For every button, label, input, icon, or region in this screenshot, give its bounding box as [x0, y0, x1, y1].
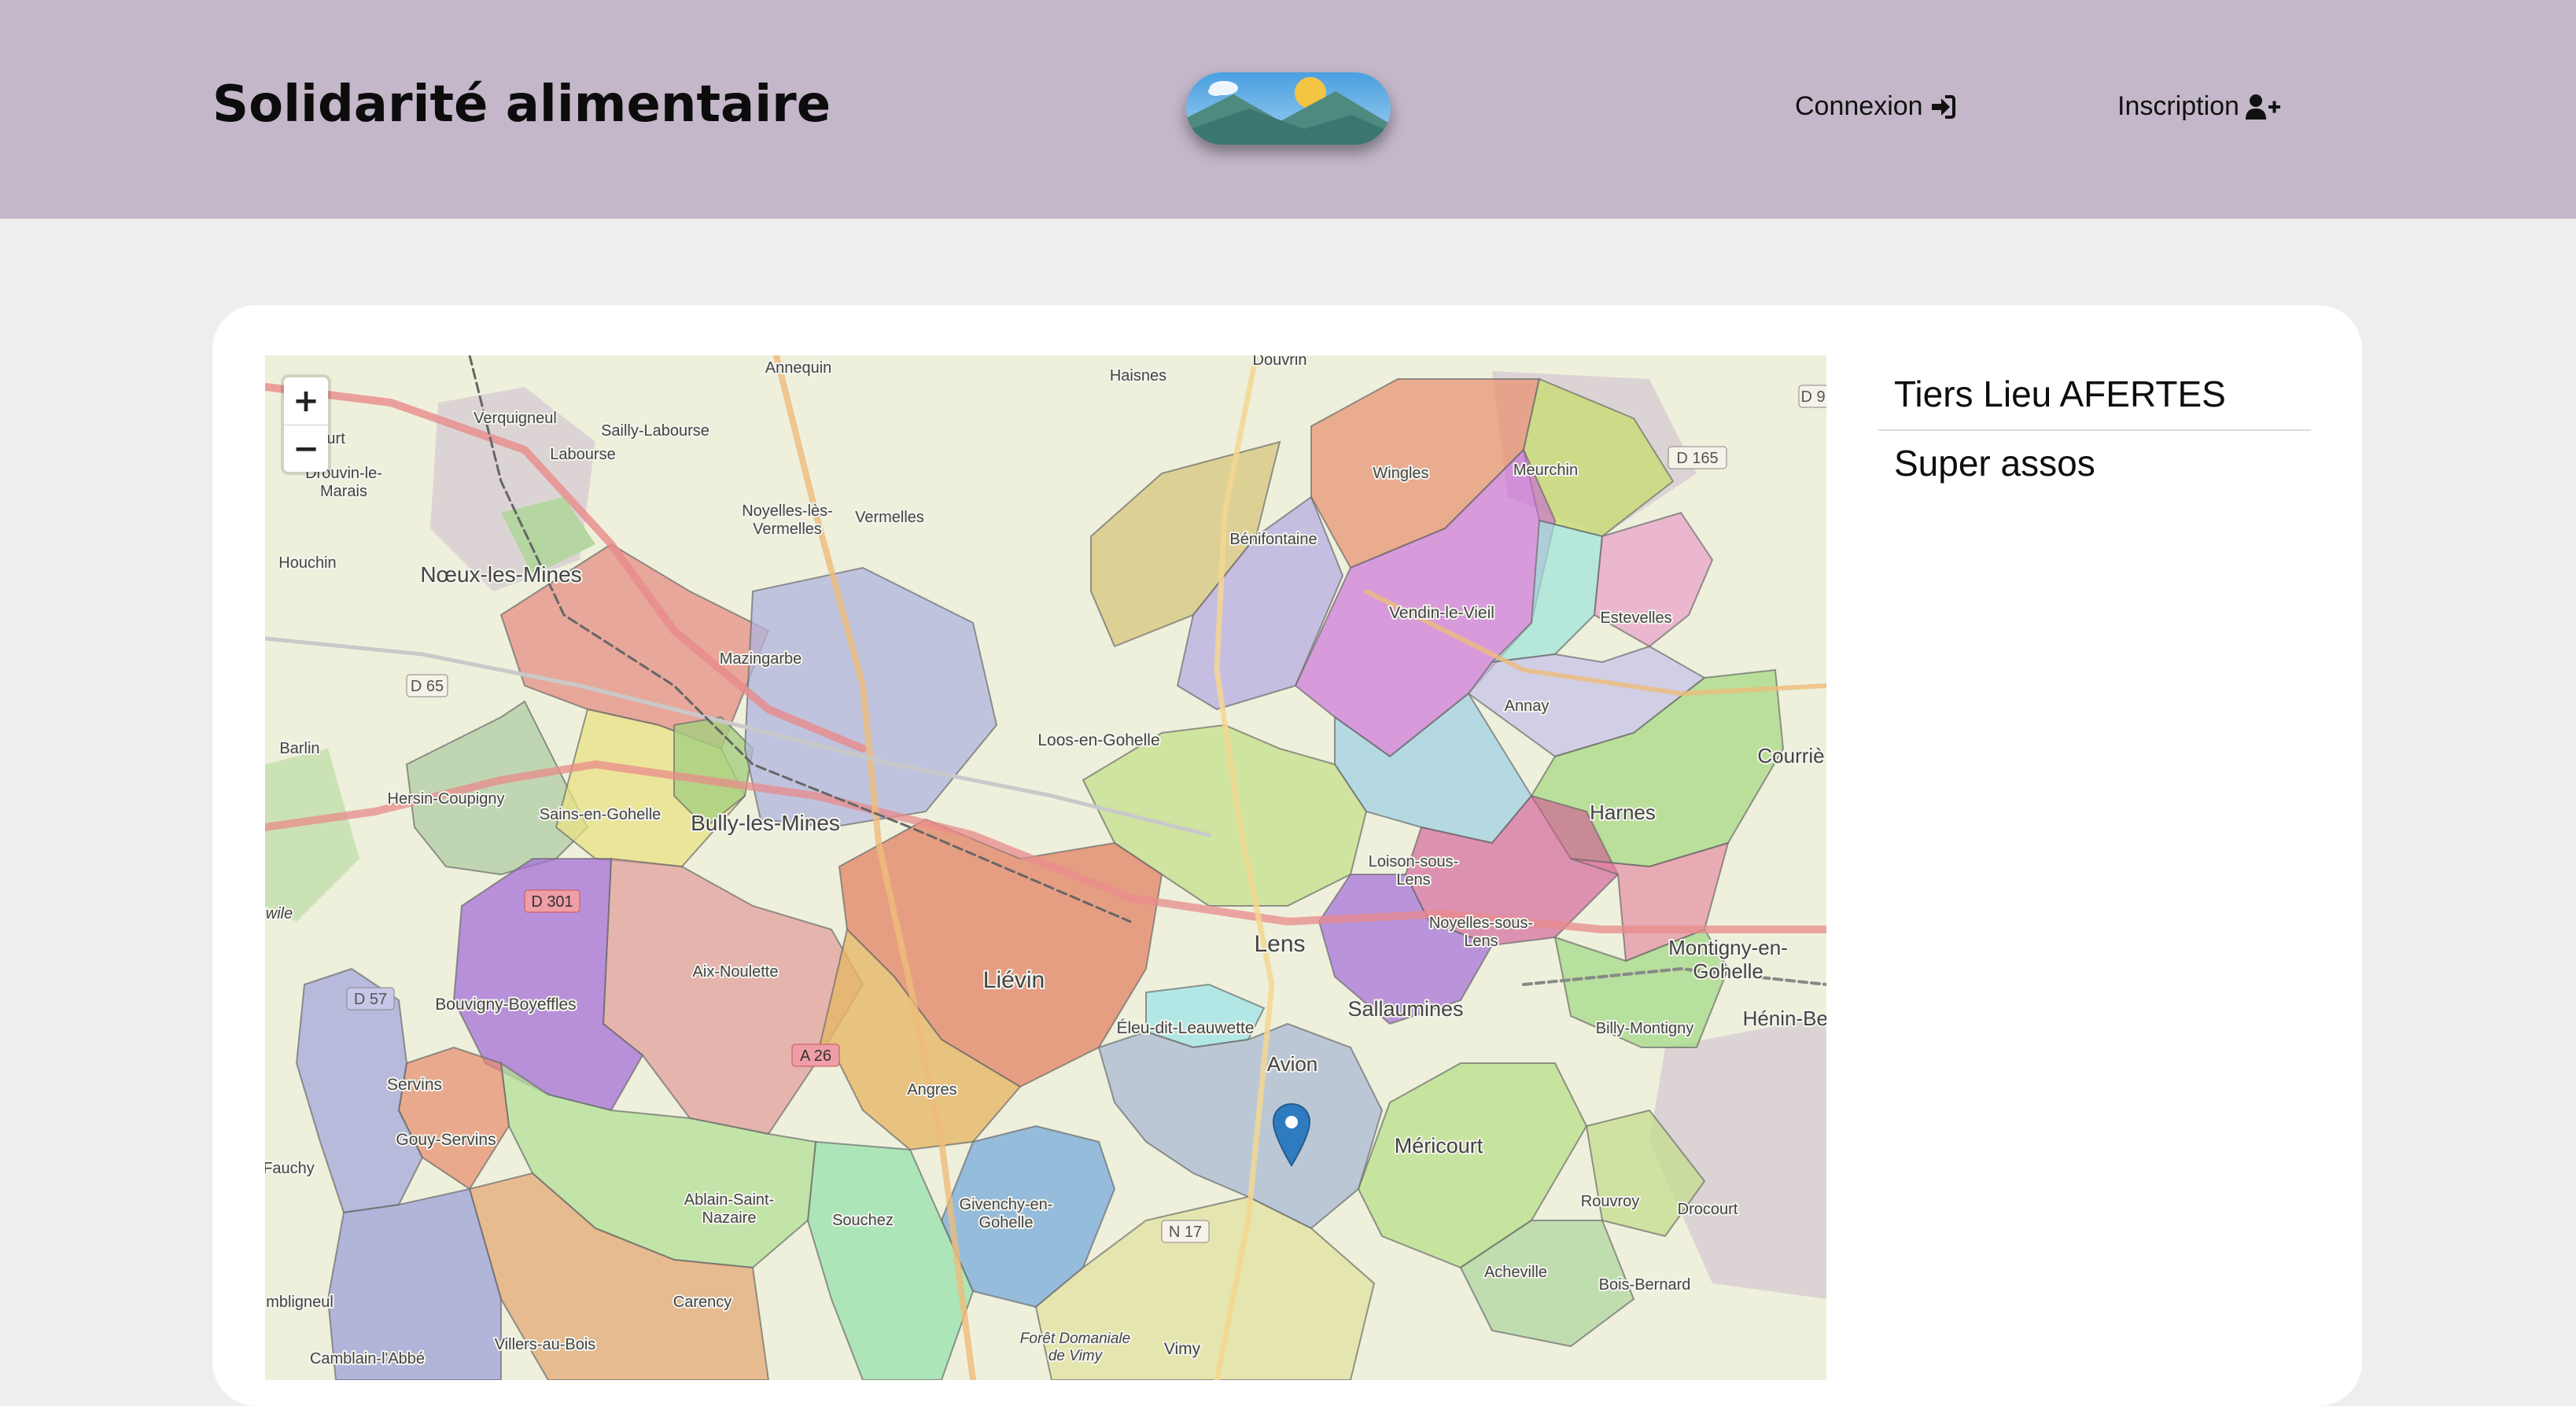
sign-in-icon	[1931, 94, 1955, 119]
zoom-out-button[interactable]: −	[284, 425, 328, 473]
place-label: Drocourt	[1678, 1201, 1738, 1218]
place-label: Rouvroy	[1581, 1193, 1639, 1210]
place-label: wile	[266, 905, 293, 922]
landscape-logo-icon[interactable]	[1186, 72, 1391, 145]
road-label-d65: D 65	[411, 678, 444, 695]
register-label: Inscription	[2117, 91, 2239, 121]
place-label: Wingles	[1373, 465, 1428, 482]
map-marker-icon[interactable]	[1272, 1102, 1311, 1167]
user-plus-icon	[2245, 94, 2280, 120]
place-label: Verquigneul	[474, 410, 557, 427]
road-label-d57: D 57	[354, 991, 387, 1008]
list-item[interactable]: Tiers Lieu AFERTES	[1878, 362, 2311, 429]
map-view[interactable]: D 65 D 301 D 57 A 26 N 17 D 165 D 9 Anne…	[265, 355, 1826, 1380]
place-label: Avion	[1267, 1052, 1318, 1076]
place-label: Bénifontaine	[1229, 531, 1317, 548]
place-label: Hersin-Coupigny	[388, 790, 505, 808]
place-label: Liévin	[983, 967, 1045, 993]
place-label: Villers-au-Bois	[495, 1336, 596, 1353]
place-label: mbligneul	[266, 1294, 334, 1311]
road-label-a26: A 26	[800, 1047, 831, 1065]
place-label: Gouy-Servins	[396, 1131, 496, 1149]
place-label: Sailly-Labourse	[601, 422, 709, 440]
place-label: Courriè	[1757, 744, 1824, 767]
place-label: Vimy	[1164, 1340, 1201, 1358]
place-label: Sains-en-Gohelle	[540, 806, 662, 823]
zoom-control: + −	[284, 377, 328, 472]
place-label: Annequin	[765, 359, 832, 377]
place-label: Meurchin	[1513, 462, 1578, 479]
place-label: Barlin	[279, 740, 319, 757]
place-label: Harnes	[1590, 801, 1656, 824]
place-label: Servins	[387, 1076, 442, 1094]
road-label-d9: D 9	[1800, 388, 1825, 406]
place-label: Nœux-les-Mines	[420, 562, 581, 587]
place-label: Houchin	[278, 554, 336, 572]
road-label-d165: D 165	[1676, 450, 1718, 467]
place-label: Haisnes	[1110, 367, 1166, 385]
list-item[interactable]: Super assos	[1878, 429, 2311, 499]
place-label: Noyelles-lès-Vermelles	[742, 502, 833, 538]
place-label: Estevelles	[1600, 609, 1671, 627]
place-label: Hénin-Bea	[1743, 1007, 1826, 1030]
place-label: Bully-les-Mines	[691, 811, 840, 835]
place-label: Douvrin	[1253, 355, 1307, 369]
place-label: Aix-Noulette	[693, 963, 779, 981]
zoom-in-button[interactable]: +	[284, 377, 328, 425]
place-label: Fauchy	[265, 1160, 315, 1177]
register-link[interactable]: Inscription	[2117, 91, 2282, 122]
place-label: Labourse	[550, 446, 615, 463]
place-label: Vermelles	[855, 509, 924, 526]
site-header: Solidarité alimentaire Connexion Inscrip…	[0, 0, 2576, 219]
association-list: Tiers Lieu AFERTES Super assos	[1878, 362, 2311, 499]
place-label: Sallaumines	[1347, 997, 1463, 1021]
site-title[interactable]: Solidarité alimentaire	[212, 75, 831, 134]
place-label: Lens	[1254, 931, 1305, 957]
place-label: Bois-Bernard	[1599, 1276, 1691, 1294]
road-label-n17: N 17	[1169, 1224, 1202, 1241]
place-label: Bouvigny-Boyeffles	[435, 996, 576, 1014]
login-link[interactable]: Connexion	[1795, 91, 1956, 122]
place-label: Loos-en-Gohelle	[1037, 731, 1159, 749]
place-label: Camblain-l'Abbé	[310, 1350, 425, 1367]
place-label: Annay	[1505, 697, 1550, 715]
login-label: Connexion	[1795, 91, 1923, 121]
place-label: Méricourt	[1395, 1134, 1483, 1158]
place-label: Souchez	[832, 1212, 894, 1229]
place-label: Carency	[673, 1294, 732, 1311]
place-label: Billy-Montigny	[1596, 1020, 1693, 1037]
place-label: Éleu-dit-Leauwette	[1116, 1019, 1254, 1037]
place-label: Mazingarbe	[720, 650, 802, 668]
road-label-d301: D 301	[531, 893, 573, 911]
place-label: Vendin-le-Vieil	[1389, 604, 1494, 622]
place-label: Acheville	[1484, 1264, 1547, 1281]
place-label: Angres	[907, 1081, 956, 1099]
